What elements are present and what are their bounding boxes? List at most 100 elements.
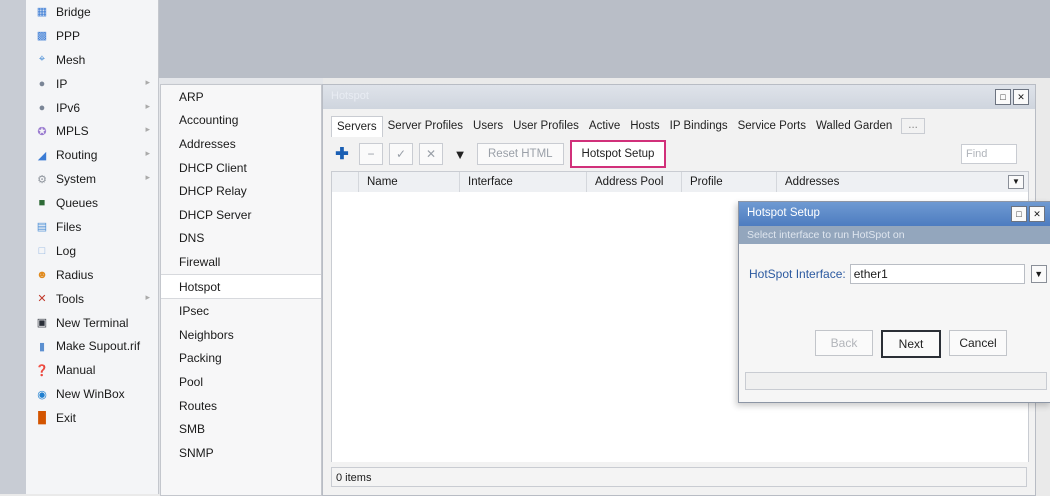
menu-item-log[interactable]: □ Log bbox=[26, 239, 158, 263]
column-marker bbox=[332, 172, 359, 192]
menu-item-label: Routing bbox=[56, 148, 98, 163]
routing-icon: ◢ bbox=[37, 149, 47, 162]
submenu-item-arp[interactable]: ARP bbox=[161, 85, 321, 109]
interface-select[interactable]: ether1 bbox=[849, 264, 1025, 284]
tab-users[interactable]: Users bbox=[468, 116, 508, 136]
columns-dropdown-icon[interactable]: ▼ bbox=[1008, 175, 1024, 189]
reset-html-button[interactable]: Reset HTML bbox=[477, 143, 564, 165]
next-button[interactable]: Next bbox=[881, 330, 941, 358]
column-addresses[interactable]: Addresses bbox=[777, 172, 1005, 192]
submenu-item-accounting[interactable]: Accounting bbox=[161, 109, 321, 133]
menu-item-label: MPLS bbox=[56, 124, 89, 139]
menu-item-queues[interactable]: ■ Queues bbox=[26, 191, 158, 215]
menu-item-ppp[interactable]: ▩ PPP bbox=[26, 24, 158, 48]
chevron-right-icon: ▸ bbox=[145, 148, 150, 159]
find-input[interactable]: Find bbox=[961, 144, 1017, 164]
menu-item-radius[interactable]: ☻ Radius bbox=[26, 263, 158, 287]
tab-more[interactable]: ... bbox=[901, 118, 925, 134]
maximize-icon[interactable]: □ bbox=[995, 89, 1011, 105]
menu-item-label: System bbox=[56, 172, 97, 187]
menu-item-ip[interactable]: ● IP ▸ bbox=[26, 72, 158, 96]
submenu-item-addresses[interactable]: Addresses bbox=[161, 132, 321, 156]
menu-item-make-supout[interactable]: ▮ Make Supout.rif bbox=[26, 334, 158, 358]
tools-icon: ✕ bbox=[37, 293, 47, 306]
dialog-subtitle: Select interface to run HotSpot on bbox=[739, 226, 1050, 244]
window-titlebar[interactable]: Hotspot □ ✕ bbox=[323, 85, 1035, 109]
filter-icon[interactable]: ▼ bbox=[449, 144, 471, 164]
column-profile[interactable]: Profile bbox=[682, 172, 777, 192]
terminal-icon: ▣ bbox=[36, 317, 48, 330]
menu-item-label: Files bbox=[56, 219, 82, 234]
back-button[interactable]: Back bbox=[815, 330, 873, 356]
manual-icon: ❓ bbox=[35, 364, 49, 377]
tab-walled-garden[interactable]: Walled Garden bbox=[811, 116, 897, 136]
menu-item-label: Log bbox=[56, 243, 77, 258]
submenu-item-routes[interactable]: Routes bbox=[161, 394, 321, 418]
ipv6-icon: ● bbox=[38, 101, 46, 114]
column-name[interactable]: Name bbox=[359, 172, 460, 192]
menu-item-files[interactable]: ▤ Files bbox=[26, 215, 158, 239]
submenu-item-neighbors[interactable]: Neighbors bbox=[161, 323, 321, 347]
system-icon: ⚙ bbox=[37, 173, 47, 186]
mpls-icon: ✪ bbox=[37, 125, 47, 138]
submenu-item-dhcp-relay[interactable]: DHCP Relay bbox=[161, 179, 321, 203]
ppp-icon: ▩ bbox=[36, 30, 48, 43]
menu-item-exit[interactable]: █ Exit bbox=[26, 406, 158, 430]
main-menu: ▦ Bridge ▩ PPP ⌖ Mesh ● IP ▸ ● IPv6 ▸ ✪ … bbox=[26, 0, 159, 494]
submenu-item-snmp[interactable]: SNMP bbox=[161, 441, 321, 465]
tab-ip-bindings[interactable]: IP Bindings bbox=[665, 116, 733, 136]
chevron-right-icon: ▸ bbox=[145, 291, 150, 302]
dialog-status-bar bbox=[745, 372, 1047, 390]
dialog-title: Hotspot Setup bbox=[747, 207, 820, 219]
tab-servers[interactable]: Servers bbox=[331, 115, 383, 137]
enable-icon[interactable]: ✓ bbox=[389, 143, 413, 165]
submenu-item-pool[interactable]: Pool bbox=[161, 370, 321, 394]
menu-item-mesh[interactable]: ⌖ Mesh bbox=[26, 48, 158, 72]
remove-icon[interactable]: − bbox=[359, 143, 383, 165]
maximize-icon[interactable]: □ bbox=[1011, 206, 1027, 222]
close-icon[interactable]: ✕ bbox=[1029, 206, 1045, 222]
submenu-item-firewall[interactable]: Firewall bbox=[161, 250, 321, 274]
interface-dropdown-icon[interactable]: ▼ bbox=[1030, 265, 1047, 283]
close-icon[interactable]: ✕ bbox=[1013, 89, 1029, 105]
submenu-item-dns[interactable]: DNS bbox=[161, 227, 321, 251]
column-address-pool[interactable]: Address Pool bbox=[587, 172, 682, 192]
menu-item-ipv6[interactable]: ● IPv6 ▸ bbox=[26, 96, 158, 120]
cancel-button[interactable]: Cancel bbox=[949, 330, 1007, 356]
tab-user-profiles[interactable]: User Profiles bbox=[508, 116, 584, 136]
menu-item-label: Exit bbox=[56, 411, 77, 426]
log-icon: □ bbox=[38, 244, 46, 257]
tab-active[interactable]: Active bbox=[584, 116, 625, 136]
menu-item-new-terminal[interactable]: ▣ New Terminal bbox=[26, 311, 158, 335]
submenu-item-dhcp-server[interactable]: DHCP Server bbox=[161, 203, 321, 227]
submenu-item-dhcp-client[interactable]: DHCP Client bbox=[161, 156, 321, 180]
menu-item-tools[interactable]: ✕ Tools ▸ bbox=[26, 287, 158, 311]
disable-icon[interactable]: ✕ bbox=[419, 143, 443, 165]
submenu-item-hotspot[interactable]: Hotspot bbox=[161, 273, 321, 300]
menu-item-label: Bridge bbox=[56, 4, 91, 19]
submenu-item-ipsec[interactable]: IPsec bbox=[161, 299, 321, 323]
hotspot-setup-button[interactable]: Hotspot Setup bbox=[569, 140, 667, 168]
mesh-icon: ⌖ bbox=[38, 53, 46, 66]
menu-item-new-winbox[interactable]: ◉ New WinBox bbox=[26, 382, 158, 406]
menu-item-label: Radius bbox=[56, 267, 94, 282]
menu-item-bridge[interactable]: ▦ Bridge bbox=[26, 0, 158, 24]
tab-service-ports[interactable]: Service Ports bbox=[733, 116, 811, 136]
menu-item-mpls[interactable]: ✪ MPLS ▸ bbox=[26, 119, 158, 143]
menu-item-routing[interactable]: ◢ Routing ▸ bbox=[26, 143, 158, 167]
table-header: Name Interface Address Pool Profile Addr… bbox=[331, 171, 1029, 193]
menu-item-manual[interactable]: ❓ Manual bbox=[26, 358, 158, 382]
menu-item-label: Queues bbox=[56, 196, 99, 211]
dialog-titlebar[interactable]: Hotspot Setup □ ✕ bbox=[739, 202, 1050, 226]
submenu-item-packing[interactable]: Packing bbox=[161, 347, 321, 371]
window-frame-left bbox=[0, 0, 26, 494]
submenu-item-smb[interactable]: SMB bbox=[161, 417, 321, 441]
chevron-right-icon: ▸ bbox=[145, 172, 150, 183]
add-icon[interactable]: ✚ bbox=[331, 144, 353, 164]
window-title: Hotspot bbox=[331, 90, 369, 102]
tab-hosts[interactable]: Hosts bbox=[625, 116, 664, 136]
column-interface[interactable]: Interface bbox=[460, 172, 587, 192]
menu-item-system[interactable]: ⚙ System ▸ bbox=[26, 167, 158, 191]
toolbar: ✚ − ✓ ✕ ▼ Reset HTML Hotspot Setup Find bbox=[331, 140, 1027, 168]
tab-server-profiles[interactable]: Server Profiles bbox=[383, 116, 468, 136]
